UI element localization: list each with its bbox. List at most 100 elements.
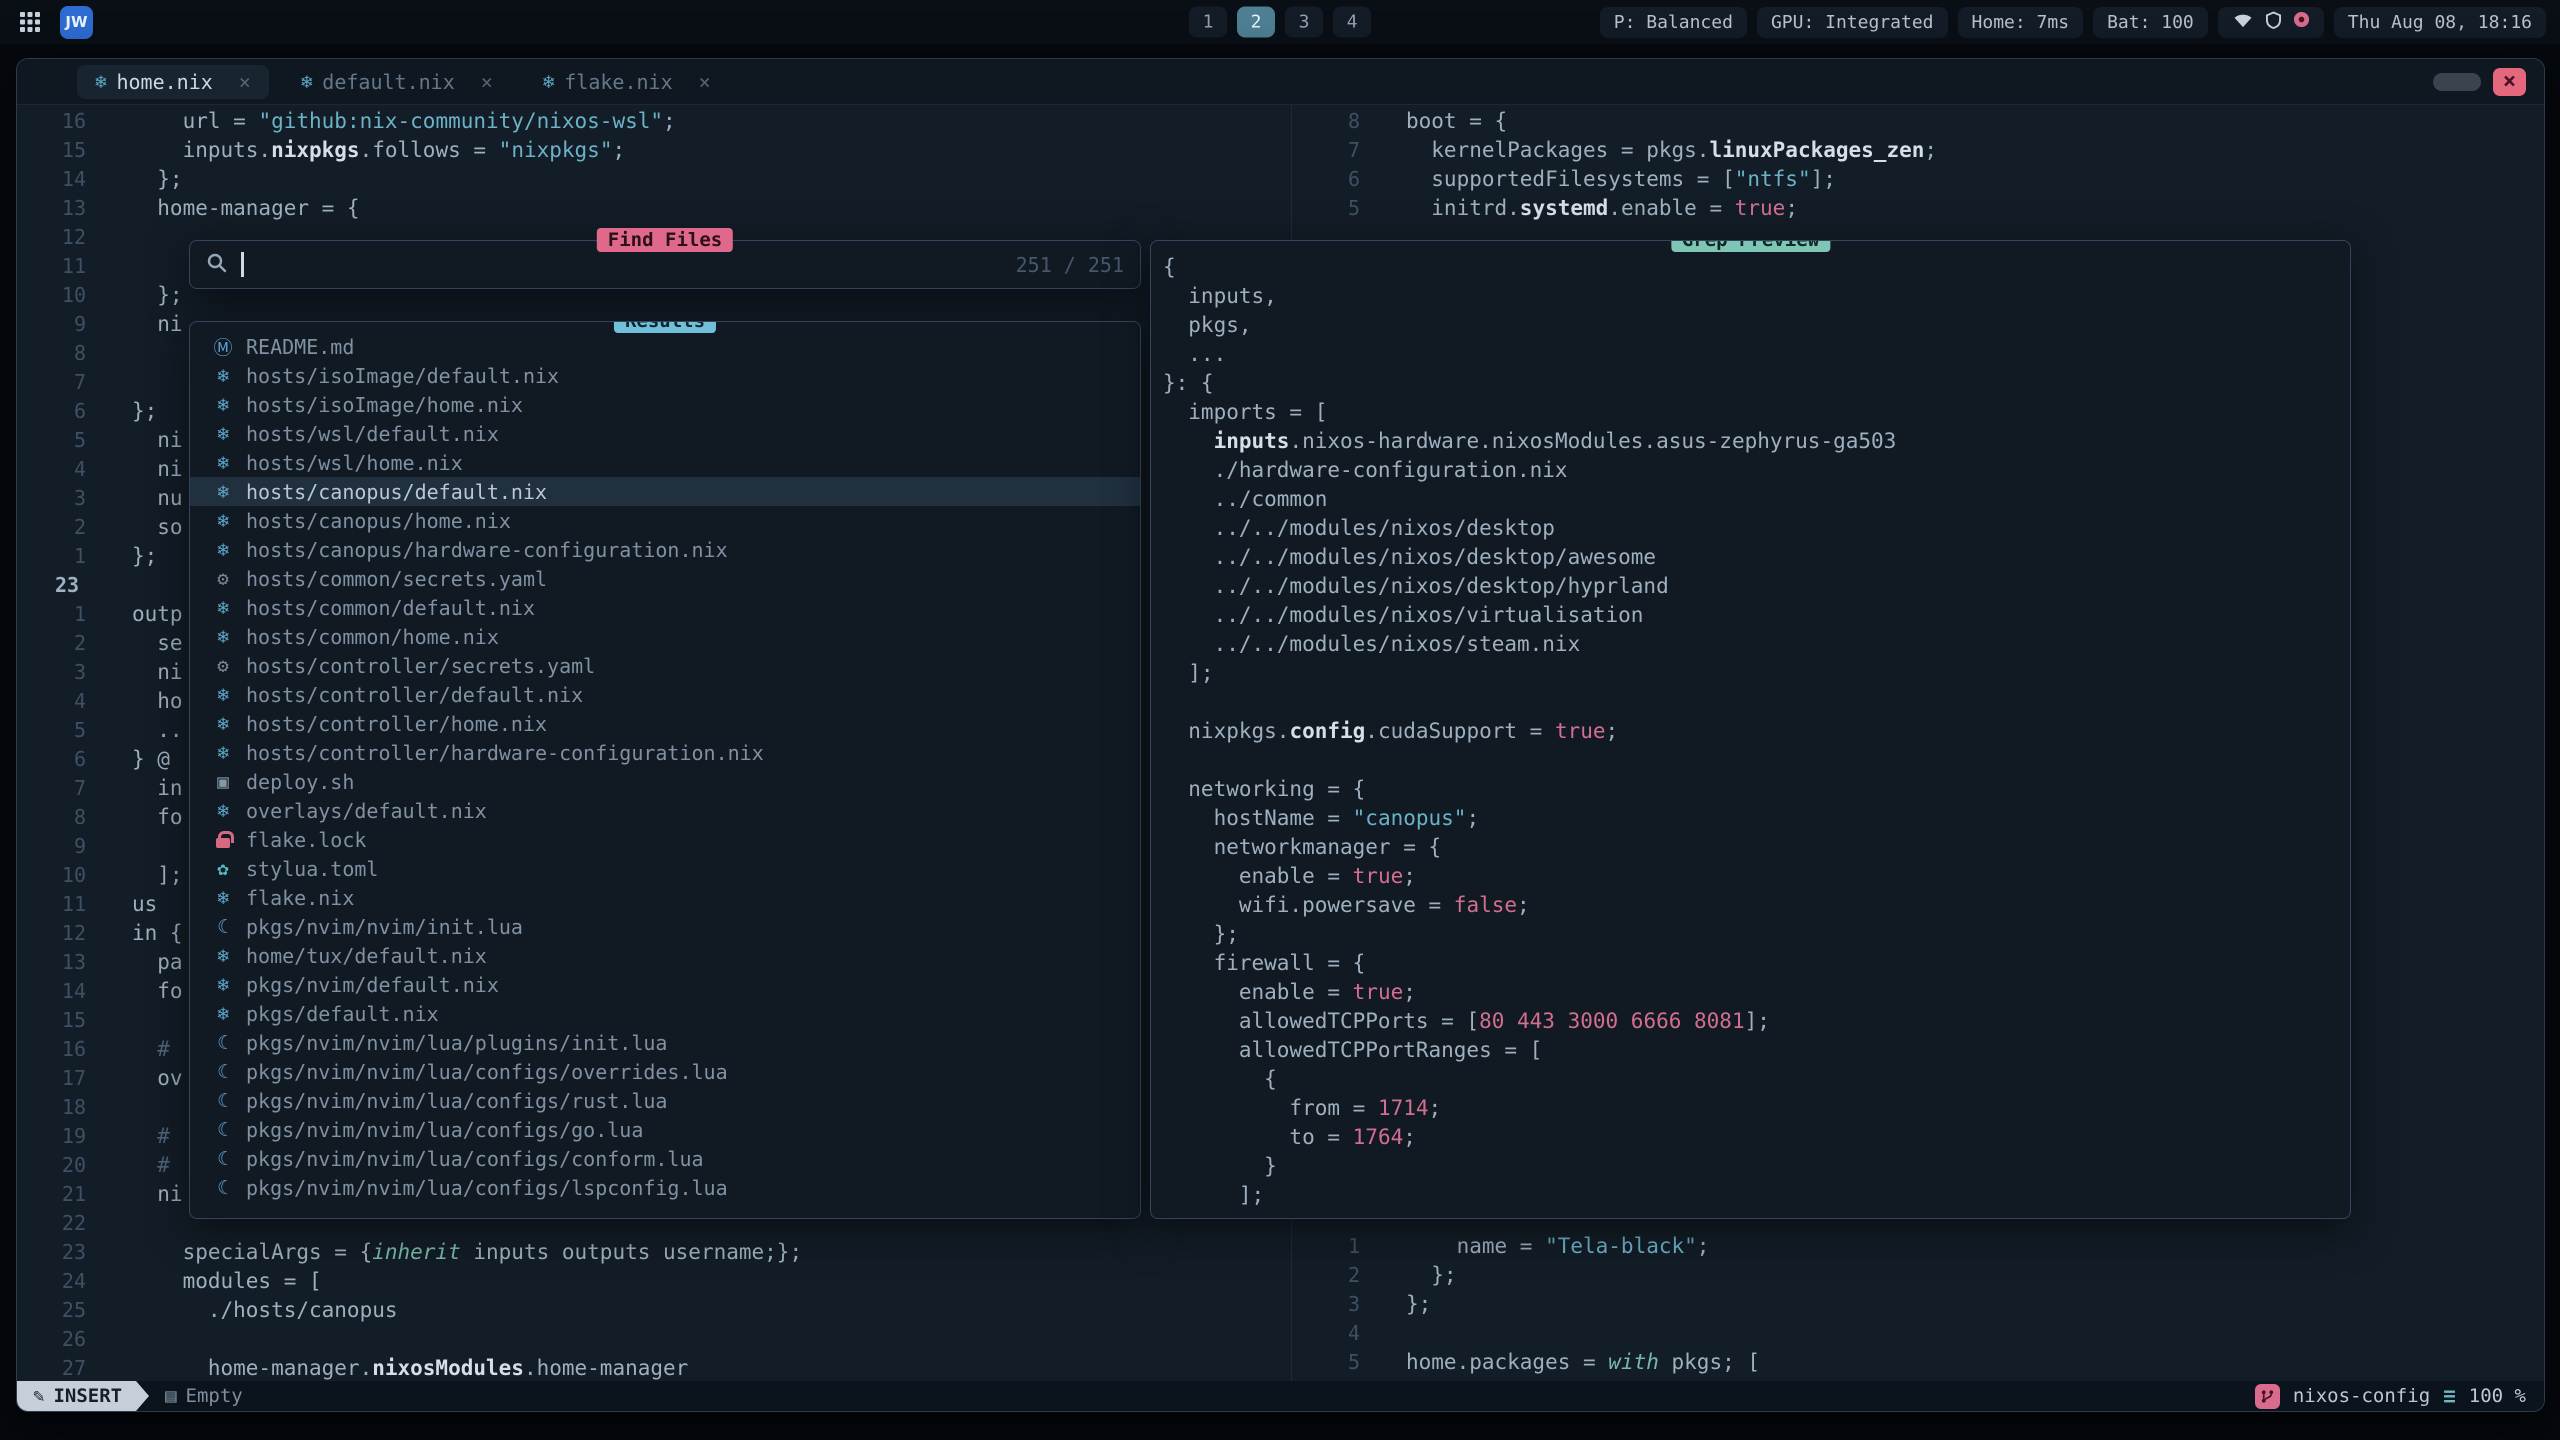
line-number: 8 (17, 803, 86, 832)
code-pane-right-top[interactable]: 8boot = {7 kernelPackages = pkgs.linuxPa… (1291, 105, 2544, 223)
code-line: 26 (17, 1325, 1291, 1354)
line-number: 6 (17, 745, 86, 774)
line-number: 8 (1291, 107, 1360, 136)
code-line: 14 }; (17, 165, 1291, 194)
code-line: ]; (1163, 659, 2350, 688)
result-item[interactable]: ❄hosts/wsl/default.nix (190, 419, 1140, 448)
code-line: }: { (1163, 369, 2350, 398)
result-item[interactable]: ❄hosts/wsl/home.nix (190, 448, 1140, 477)
logo-badge[interactable]: JW (60, 6, 93, 39)
code-line: 8boot = { (1291, 107, 2544, 136)
result-item[interactable]: ❄hosts/controller/default.nix (190, 680, 1140, 709)
tab-home.nix[interactable]: ❄home.nix× (77, 65, 269, 99)
workspace-button-1[interactable]: 1 (1189, 7, 1227, 38)
tab-close-icon[interactable]: × (239, 70, 251, 94)
result-item[interactable]: ❄hosts/isoImage/home.nix (190, 390, 1140, 419)
window-close-button[interactable]: × (2493, 68, 2526, 96)
result-item[interactable]: ☾pkgs/nvim/nvim/lua/configs/go.lua (190, 1115, 1140, 1144)
result-item[interactable]: ☾pkgs/nvim/nvim/lua/plugins/init.lua (190, 1028, 1140, 1057)
code-pane-right-bottom[interactable]: 1 name = "Tela-black";2 };3};45home.pack… (1291, 1232, 2544, 1377)
result-item[interactable]: ❄pkgs/default.nix (190, 999, 1140, 1028)
find-files-prompt[interactable]: Find Files 251 / 251 (189, 240, 1141, 289)
result-item[interactable]: ⓂREADME.md (190, 332, 1140, 361)
workspace-button-4[interactable]: 4 (1333, 7, 1371, 38)
results-popup: Results ⓂREADME.md❄hosts/isoImage/defaul… (189, 321, 1141, 1219)
result-item[interactable]: ✿stylua.toml (190, 854, 1140, 883)
result-item[interactable]: ❄hosts/canopus/hardware-configuration.ni… (190, 535, 1140, 564)
result-item[interactable]: ❄hosts/isoImage/default.nix (190, 361, 1140, 390)
line-number: 7 (1291, 136, 1360, 165)
result-item[interactable]: flake.lock (190, 825, 1140, 854)
code-line: 6 supportedFilesystems = ["ntfs"]; (1291, 165, 2544, 194)
nix-file-icon: ❄ (208, 539, 238, 561)
result-path: hosts/wsl/home.nix (246, 451, 463, 475)
result-path: pkgs/default.nix (246, 1002, 439, 1026)
result-item[interactable]: ❄hosts/common/default.nix (190, 593, 1140, 622)
result-item[interactable]: ☾pkgs/nvim/nvim/lua/configs/overrides.lu… (190, 1057, 1140, 1086)
tab-label: flake.nix (564, 70, 672, 94)
file-label: Empty (186, 1385, 243, 1407)
status-chip: P: Balanced (1600, 7, 1747, 38)
result-item[interactable]: ❄hosts/common/home.nix (190, 622, 1140, 651)
tab-flake.nix[interactable]: ❄ flake.nix × (525, 65, 729, 99)
system-tray[interactable] (2218, 7, 2324, 38)
line-number: 4 (1291, 1319, 1360, 1348)
line-number: 16 (17, 1035, 86, 1064)
result-path: pkgs/nvim/nvim/lua/configs/conform.lua (246, 1147, 704, 1171)
result-item[interactable]: ❄pkgs/nvim/default.nix (190, 970, 1140, 999)
result-path: flake.nix (246, 886, 354, 910)
result-item[interactable]: ❄home/tux/default.nix (190, 941, 1140, 970)
tab-close-icon[interactable]: × (699, 70, 711, 94)
result-item[interactable]: ⚙hosts/controller/secrets.yaml (190, 651, 1140, 680)
result-item[interactable]: ☾pkgs/nvim/nvim/lua/configs/lspconfig.lu… (190, 1173, 1140, 1202)
line-number: 15 (17, 136, 86, 165)
code-line: 2 }; (1291, 1261, 2544, 1290)
result-item[interactable]: ❄overlays/default.nix (190, 796, 1140, 825)
mode-separator (136, 1381, 149, 1411)
nix-file-icon: ❄ (543, 71, 554, 93)
result-item[interactable]: ❄flake.nix (190, 883, 1140, 912)
result-item[interactable]: ⚙hosts/common/secrets.yaml (190, 564, 1140, 593)
result-item[interactable]: ❄hosts/canopus/home.nix (190, 506, 1140, 535)
code-line: ../../modules/nixos/desktop (1163, 514, 2350, 543)
preview-code: { inputs, pkgs, ...}: { imports = [ inpu… (1163, 253, 2350, 1210)
result-item[interactable]: ☾pkgs/nvim/nvim/lua/configs/conform.lua (190, 1144, 1140, 1173)
line-number: 5 (1291, 1348, 1360, 1377)
workspace-button-2[interactable]: 2 (1237, 7, 1275, 38)
result-item[interactable]: ❄hosts/controller/hardware-configuration… (190, 738, 1140, 767)
line-number: 11 (17, 890, 86, 919)
code-line: ../../modules/nixos/desktop/hyprland (1163, 572, 2350, 601)
result-item[interactable]: ☾pkgs/nvim/nvim/lua/configs/rust.lua (190, 1086, 1140, 1115)
code-line: 5home.packages = with pkgs; [ (1291, 1348, 2544, 1377)
tab-default.nix[interactable]: ❄default.nix× (283, 65, 511, 99)
apps-grid-icon[interactable] (14, 6, 46, 38)
line-number: 9 (17, 832, 86, 861)
code-line: pkgs, (1163, 311, 2350, 340)
md-file-icon: Ⓜ (208, 333, 238, 360)
code-line: hostName = "canopus"; (1163, 804, 2350, 833)
pencil-icon: ✎ (33, 1385, 44, 1407)
text-cursor (241, 252, 244, 277)
line-number: 1 (1291, 1232, 1360, 1261)
line-number: 15 (17, 1006, 86, 1035)
result-path: pkgs/nvim/nvim/lua/configs/go.lua (246, 1118, 643, 1142)
sh-file-icon: ▣ (208, 771, 238, 793)
editor-area: 16 url = "github:nix-community/nixos-wsl… (17, 105, 2544, 1381)
lines-icon: ≡ (2443, 1384, 2456, 1408)
toggle-pill-button[interactable] (2433, 73, 2481, 91)
code-line: inputs.nixos-hardware.nixosModules.asus-… (1163, 427, 2350, 456)
result-item[interactable]: ❄hosts/controller/home.nix (190, 709, 1140, 738)
line-number: 19 (17, 1122, 86, 1151)
line-number: 23 (17, 571, 86, 600)
project-name: nixos-config (2293, 1385, 2430, 1407)
code-line: imports = [ (1163, 398, 2350, 427)
line-number: 3 (17, 484, 86, 513)
result-item[interactable]: ▣deploy.sh (190, 767, 1140, 796)
workspace-button-3[interactable]: 3 (1285, 7, 1323, 38)
result-item[interactable]: ❄hosts/canopus/default.nix (190, 477, 1140, 506)
tab-close-icon[interactable]: × (481, 70, 493, 94)
line-number: 4 (17, 687, 86, 716)
result-path: hosts/controller/default.nix (246, 683, 583, 707)
result-item[interactable]: ☾pkgs/nvim/nvim/init.lua (190, 912, 1140, 941)
buffer-icon: ▤ (165, 1385, 176, 1407)
